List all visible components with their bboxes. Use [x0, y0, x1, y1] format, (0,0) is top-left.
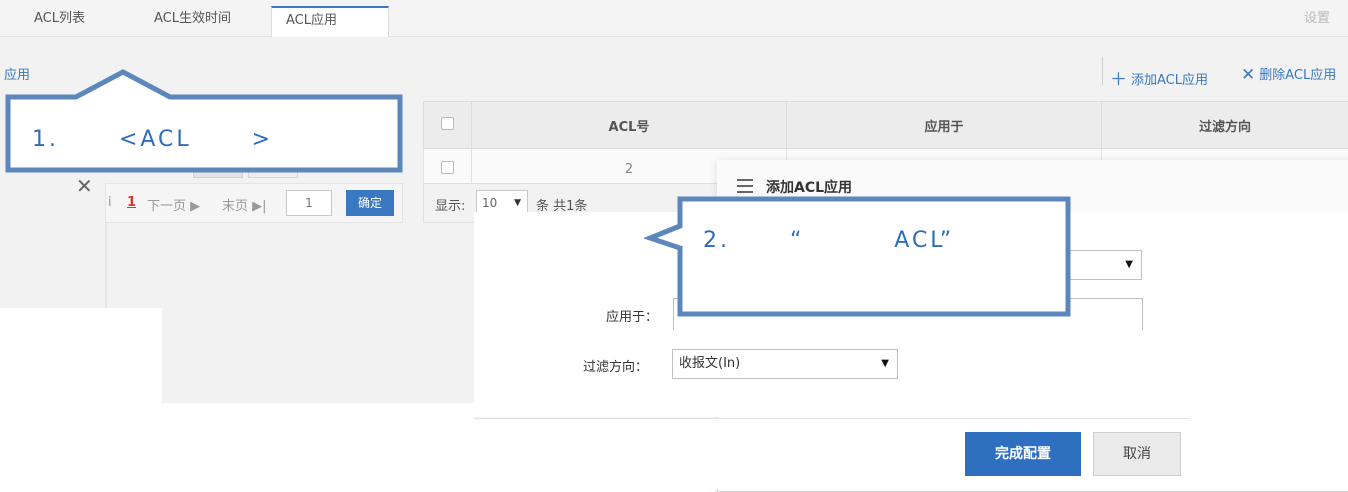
blank-area — [0, 308, 162, 488]
toolbar-divider — [1102, 57, 1103, 85]
delete-acl-apply-button[interactable]: ✕ 删除ACL应用 — [1241, 64, 1336, 84]
tab-acl-apply[interactable]: ACL应用 — [271, 6, 389, 39]
pager: i 1 下一页 ▶ 末页 ▶| 1 确定 — [105, 183, 403, 223]
column-header-direction[interactable]: 过滤方向 — [1102, 102, 1348, 149]
direction-value: 收报文(In) — [679, 356, 740, 371]
pager-page-input[interactable]: 1 — [286, 190, 332, 216]
cancel-button[interactable]: 取消 — [1093, 432, 1181, 476]
add-acl-apply-label: 添加ACL应用 — [1131, 73, 1208, 88]
select-all-checkbox[interactable] — [441, 117, 454, 130]
caret-down-icon: ▼ — [1125, 251, 1133, 279]
pager-next[interactable]: 下一页 ▶ — [147, 195, 200, 214]
dialog-title: 添加ACL应用 — [766, 177, 852, 197]
table-header-row: ACL号 应用于 过滤方向 — [424, 102, 1348, 149]
close-icon: ✕ — [1241, 65, 1255, 85]
add-acl-apply-button[interactable]: ＋ 添加ACL应用 — [1110, 64, 1208, 89]
column-header-applied-to[interactable]: 应用于 — [787, 102, 1102, 149]
plus-icon: ＋ — [1110, 70, 1127, 90]
callout-1 — [0, 68, 406, 176]
tab-acl-list[interactable]: ACL列表 — [20, 6, 99, 36]
caret-down-icon: ▼ — [881, 350, 889, 378]
column-header-acl[interactable]: ACL号 — [472, 102, 787, 149]
tab-acl-time[interactable]: ACL生效时间 — [140, 6, 245, 36]
dialog-footer — [474, 418, 1190, 489]
menu-icon — [737, 179, 753, 197]
pager-last[interactable]: 末页 ▶| — [222, 195, 267, 214]
delete-acl-apply-label: 删除ACL应用 — [1259, 68, 1336, 83]
select-all-cell[interactable] — [424, 102, 472, 149]
callout-2-text: 2. “ ACL” — [703, 228, 954, 253]
pager-current-page[interactable]: 1 — [127, 195, 136, 210]
page-size-label: 显示: — [435, 195, 465, 214]
blank-area — [162, 403, 474, 488]
close-icon[interactable]: ✕ — [76, 174, 93, 198]
pager-edge: i — [108, 195, 112, 210]
callout-1-text: 1. <ACL > — [32, 127, 273, 152]
callout-2 — [644, 196, 1074, 321]
pager-confirm-button[interactable]: 确定 — [346, 190, 394, 216]
direction-select[interactable]: 收报文(In) ▼ — [672, 349, 898, 379]
row-checkbox[interactable] — [441, 161, 454, 174]
direction-label: 过滤方向： — [583, 356, 648, 375]
tab-settings[interactable]: 设置 — [1290, 6, 1344, 36]
page-size-value: 10 — [482, 196, 497, 210]
finish-config-button[interactable]: 完成配置 — [965, 432, 1081, 476]
